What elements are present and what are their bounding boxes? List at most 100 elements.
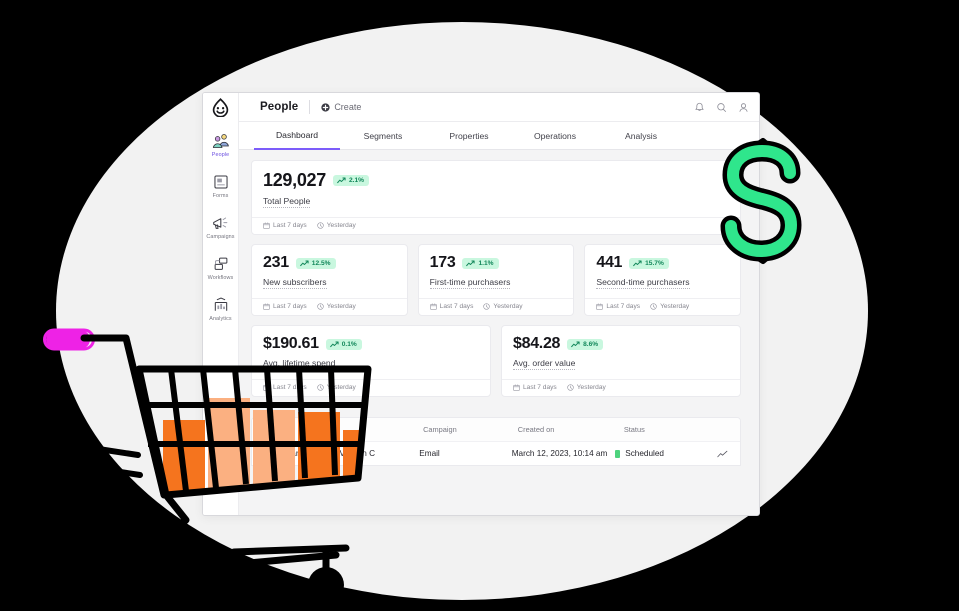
table-header-campaign: Campaign: [423, 425, 457, 434]
topbar-actions: [694, 102, 749, 113]
table-cell-created: March 12, 2023, 10:14 am: [511, 449, 608, 458]
metric-label[interactable]: Second-time purchasers: [596, 277, 690, 289]
trend-percent: 2.1%: [348, 177, 364, 184]
plus-circle-icon: [321, 102, 330, 112]
trend-badge: 15.7%: [629, 257, 669, 269]
tab-properties[interactable]: Properties: [426, 131, 512, 149]
user-icon[interactable]: [738, 102, 749, 113]
people-icon: [212, 132, 230, 149]
trend-badge: 1.1%: [462, 257, 499, 269]
card-footer: Last 7 days Yesterday: [418, 298, 574, 315]
trend-percent: 15.7%: [645, 259, 664, 267]
tab-dashboard[interactable]: Dashboard: [254, 130, 340, 150]
calendar-icon: [596, 303, 604, 310]
clock-icon: [650, 303, 657, 310]
card-footer: Last 7 days Yesterday: [585, 298, 741, 315]
metric-card-avg-order-value[interactable]: $84.28 8.6% Avg. order value Last 7 days…: [501, 325, 741, 397]
page-title: People: [260, 101, 299, 113]
tab-bar: Dashboard Segments Properties Operations…: [239, 122, 759, 150]
clock-icon: [567, 384, 574, 391]
calendar-icon: [263, 303, 270, 310]
tab-operations[interactable]: Operations: [512, 131, 598, 149]
sidebar-item-label-people: People: [211, 152, 230, 158]
compare-chip[interactable]: Yesterday: [317, 303, 356, 310]
trend-up-icon: [337, 177, 346, 184]
sidebar-item-label-workflows: Workflows: [207, 275, 234, 281]
sidebar-item-campaigns[interactable]: Campaigns: [203, 214, 238, 240]
calendar-icon: [263, 222, 270, 229]
sidebar-item-forms[interactable]: Forms: [203, 173, 238, 199]
sidebar-item-label-campaigns: Campaigns: [206, 234, 235, 240]
dollar-sign-graphic: [720, 138, 802, 264]
create-button[interactable]: Create: [321, 102, 361, 112]
table-cell-campaign: Email: [419, 449, 440, 458]
metric-label[interactable]: Total People: [263, 196, 311, 208]
egg-face-logo-icon: [212, 97, 229, 117]
table-cell-status: Scheduled: [615, 449, 717, 458]
compare-chip[interactable]: Yesterday: [483, 303, 523, 310]
top-bar: People Create: [203, 93, 759, 122]
date-range-chip[interactable]: Last 7 days: [263, 303, 307, 310]
metric-card-first-time-purchasers[interactable]: 173 1.1% First-time purchasers Last 7 da…: [417, 244, 575, 316]
calendar-icon: [513, 384, 520, 391]
row-trend-icon[interactable]: [717, 450, 728, 458]
clock-icon: [317, 303, 324, 310]
screenshot-stage: People Create People Forms Campaigns Wor…: [0, 0, 959, 611]
date-range-label: Last 7 days: [606, 303, 641, 310]
trend-up-icon: [633, 260, 642, 266]
search-icon[interactable]: [716, 102, 727, 113]
trend-badge: 8.6%: [567, 338, 604, 350]
trend-percent: 1.1%: [478, 259, 494, 267]
create-button-label: Create: [334, 102, 362, 112]
date-range-label: Last 7 days: [273, 303, 307, 310]
compare-label: Yesterday: [326, 303, 356, 310]
workflow-icon: [212, 255, 230, 272]
calendar-icon: [429, 303, 437, 310]
metric-value: 129,027: [263, 170, 326, 190]
megaphone-icon: [212, 214, 230, 231]
trend-percent: 12.5%: [311, 259, 331, 267]
shopping-cart-graphic: [43, 328, 372, 603]
metric-label[interactable]: First-time purchasers: [429, 277, 511, 289]
date-range-chip[interactable]: Last 7 days: [596, 303, 640, 310]
date-range-label: Last 7 days: [273, 222, 307, 229]
clock-icon: [483, 303, 491, 310]
metric-card-total-people[interactable]: 129,027 2.1% Total People Last 7 days Ye…: [251, 160, 741, 235]
trend-up-icon: [571, 341, 580, 347]
card-footer: Last 7 days Yesterday: [252, 298, 407, 315]
table-header-created: Created on: [517, 425, 555, 434]
date-range-label: Last 7 days: [523, 384, 557, 391]
header-divider: [309, 100, 311, 114]
trend-up-icon: [466, 260, 476, 266]
sidebar-item-label-forms: Forms: [212, 193, 229, 199]
compare-chip[interactable]: Yesterday: [650, 303, 689, 310]
compare-label: Yesterday: [326, 222, 356, 229]
trend-badge: 12.5%: [295, 257, 336, 269]
compare-chip[interactable]: Yesterday: [317, 222, 356, 229]
app-logo[interactable]: [203, 93, 239, 122]
trend-badge: 2.1%: [332, 175, 369, 186]
date-range-chip[interactable]: Last 7 days: [513, 384, 557, 391]
compare-label: Yesterday: [660, 303, 690, 310]
metric-row-1: 231 12.5% New subscribers Last 7 days Ye…: [251, 244, 742, 316]
compare-chip[interactable]: Yesterday: [567, 384, 606, 391]
compare-label: Yesterday: [493, 303, 523, 310]
metric-value: $84.28: [513, 335, 561, 352]
metric-value: 231: [263, 254, 289, 271]
table-header-status: Status: [623, 425, 645, 434]
bar-chart-icon: [212, 296, 230, 313]
metric-value: 173: [429, 254, 456, 271]
bell-icon[interactable]: [694, 102, 705, 113]
sidebar-item-analytics[interactable]: Analytics: [203, 296, 238, 322]
metric-label[interactable]: New subscribers: [263, 277, 327, 289]
sidebar-item-people[interactable]: People: [203, 132, 238, 158]
date-range-chip[interactable]: Last 7 days: [429, 303, 473, 310]
form-icon: [212, 173, 230, 190]
sidebar-item-workflows[interactable]: Workflows: [203, 255, 238, 281]
metric-card-new-subscribers[interactable]: 231 12.5% New subscribers Last 7 days Ye…: [251, 244, 408, 316]
date-range-chip[interactable]: Last 7 days: [263, 222, 307, 229]
tab-analysis[interactable]: Analysis: [598, 131, 684, 149]
status-dot-icon: [615, 449, 621, 458]
metric-label[interactable]: Avg. order value: [513, 358, 576, 370]
tab-segments[interactable]: Segments: [340, 131, 426, 149]
